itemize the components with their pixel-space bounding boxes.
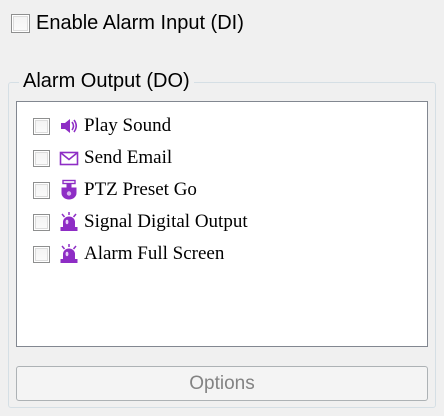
list-item-send-email[interactable]: Send Email	[33, 146, 172, 170]
enable-alarm-input-label: Enable Alarm Input (DI)	[36, 12, 244, 34]
list-item-play-sound[interactable]: Play Sound	[33, 114, 171, 138]
alarm-output-list[interactable]: Play Sound Send Email PTZ Preset Go Sign…	[16, 101, 428, 347]
enable-alarm-input-checkbox[interactable]	[11, 13, 30, 33]
list-item-alarm-full-screen[interactable]: Alarm Full Screen	[33, 242, 224, 266]
alarm-full-screen-checkbox[interactable]	[33, 245, 50, 263]
signal-digital-output-label: Signal Digital Output	[84, 211, 248, 232]
alarm-siren-icon	[58, 211, 80, 233]
enable-alarm-input-row[interactable]: Enable Alarm Input (DI)	[11, 11, 244, 35]
play-sound-checkbox[interactable]	[33, 117, 50, 135]
envelope-icon	[58, 147, 80, 169]
alarm-output-title: Alarm Output (DO)	[19, 69, 194, 93]
ptz-preset-go-label: PTZ Preset Go	[84, 179, 197, 200]
send-email-label: Send Email	[84, 147, 173, 168]
alarm-full-screen-label: Alarm Full Screen	[84, 243, 225, 264]
options-button[interactable]: Options	[16, 366, 428, 401]
list-item-ptz-preset-go[interactable]: PTZ Preset Go	[33, 178, 197, 202]
speaker-icon	[58, 115, 80, 137]
send-email-checkbox[interactable]	[33, 149, 50, 167]
ptz-camera-icon	[58, 179, 80, 201]
alarm-siren-icon	[58, 243, 80, 265]
ptz-preset-go-checkbox[interactable]	[33, 181, 50, 199]
list-item-signal-digital-output[interactable]: Signal Digital Output	[33, 210, 248, 234]
play-sound-label: Play Sound	[84, 115, 172, 136]
signal-digital-output-checkbox[interactable]	[33, 213, 50, 231]
